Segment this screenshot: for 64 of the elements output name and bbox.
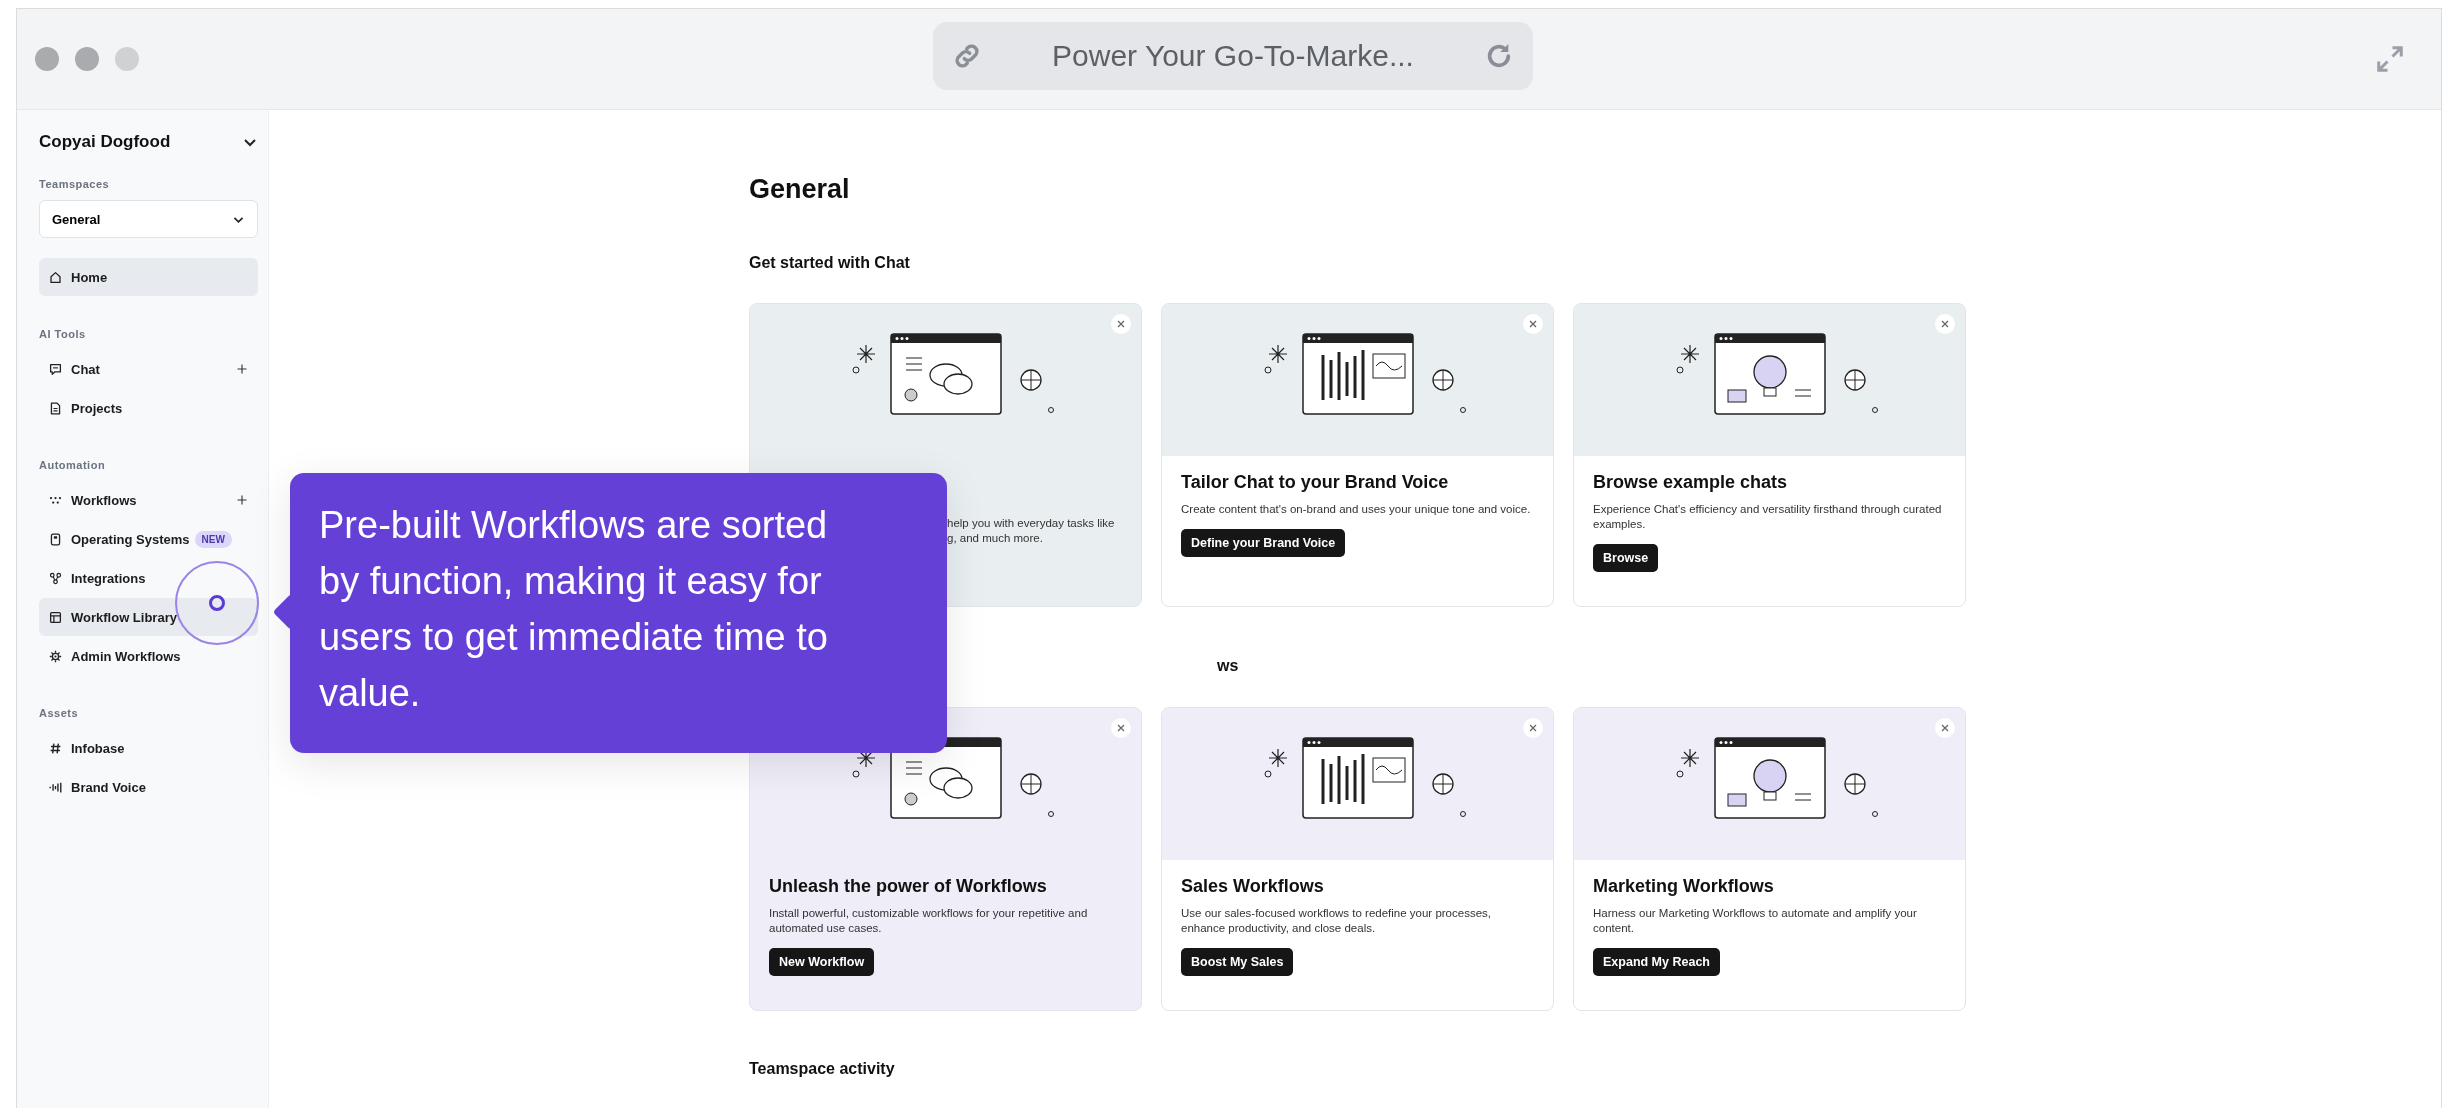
teamspace-select[interactable]: General (39, 200, 258, 238)
sidebar-item[interactable]: Integrations (39, 559, 258, 597)
document-icon (49, 401, 62, 415)
card-description: help you with everyday tasks like (947, 516, 1116, 531)
sidebar-item[interactable]: Workflow Library (39, 598, 258, 636)
close-button[interactable] (1523, 718, 1543, 738)
close-button[interactable] (1935, 718, 1955, 738)
card-action-button[interactable]: Browse (1593, 544, 1659, 572)
card-action-button[interactable]: Boost My Sales (1181, 948, 1294, 976)
section-label: Teamspaces (39, 178, 111, 190)
add-icon[interactable] (236, 494, 248, 506)
workspace-switcher[interactable]: Copyai Dogfood (39, 128, 258, 156)
notebook-icon (49, 532, 62, 546)
section-heading: Get started with Chat (749, 254, 911, 272)
card-description: g, and much more. (947, 531, 1044, 546)
settings-icon (49, 649, 62, 663)
sidebar-item[interactable]: Chat (39, 350, 258, 388)
audio-bars-icon (49, 780, 62, 794)
new-badge: NEW (194, 530, 232, 548)
section-label: AI Tools (39, 328, 87, 340)
section-label: Automation (39, 459, 107, 471)
chat-icon (49, 362, 62, 376)
card-description: Install powerful, customizable workflows for your repetitive and automated use cases. (769, 906, 1089, 936)
sidebar-item[interactable]: Infobase (39, 729, 258, 767)
hash-icon (49, 741, 62, 755)
card-description: Experience Chat's efficiency and versatility firsthand through curated examples. (1593, 502, 1943, 532)
page-title: Power Your Go-To-Marke... (1052, 39, 1414, 73)
card-title: Sales Workflows (1181, 876, 1325, 897)
close-button[interactable] (1935, 314, 1955, 334)
card-action-button[interactable]: New Workflow (769, 948, 875, 976)
address-bar[interactable]: Power Your Go-To-Marke... (933, 22, 1533, 90)
tooltip-text: Pre-built Workflows are sorted by function, making it easy for users to get immediate time to value. (319, 503, 829, 716)
sidebar-item[interactable]: Admin Workflows (39, 637, 258, 675)
card-description: Use our sales-focused workflows to redefine your processes, enhance productivity, and close deals. (1181, 906, 1492, 936)
card-title: Browse example chats (1593, 472, 1789, 493)
section-heading: Teamspace activity (749, 1060, 896, 1078)
close-button[interactable] (1523, 314, 1543, 334)
sidebar-item[interactable]: Operating Systems NEW (39, 520, 258, 558)
card-title: Unleash the power of Workflows (769, 876, 1048, 897)
card-action-button[interactable]: Define your Brand Voice (1181, 529, 1346, 557)
close-button[interactable] (1111, 314, 1131, 334)
card-description: Harness our Marketing Workflows to automate and amplify your content. (1593, 906, 1918, 936)
card-action-button[interactable]: Expand My Reach (1593, 948, 1720, 976)
sidebar-item[interactable]: Home (39, 258, 258, 296)
add-icon[interactable] (236, 363, 248, 375)
card-title: Tailor Chat to your Brand Voice (1181, 472, 1450, 493)
close-icon (1528, 319, 1538, 329)
close-icon (1940, 319, 1950, 329)
nodes-icon (49, 571, 62, 585)
home-icon (49, 270, 62, 284)
section-heading: ws (1217, 657, 1240, 675)
close-icon (1116, 319, 1126, 329)
sidebar-item[interactable]: Workflows (39, 481, 258, 519)
sidebar-item[interactable]: Brand Voice (39, 768, 258, 806)
close-icon (1940, 723, 1950, 733)
page-heading: General (749, 174, 851, 205)
card-title: Marketing Workflows (1593, 876, 1775, 897)
close-icon (1528, 723, 1538, 733)
close-icon (1116, 723, 1126, 733)
layout-icon (49, 610, 62, 624)
close-button[interactable] (1111, 718, 1131, 738)
card-description: Create content that's on-brand and uses your unique tone and voice. (1181, 502, 1532, 517)
section-label: Assets (39, 707, 80, 719)
sidebar-item[interactable]: Projects (39, 389, 258, 427)
